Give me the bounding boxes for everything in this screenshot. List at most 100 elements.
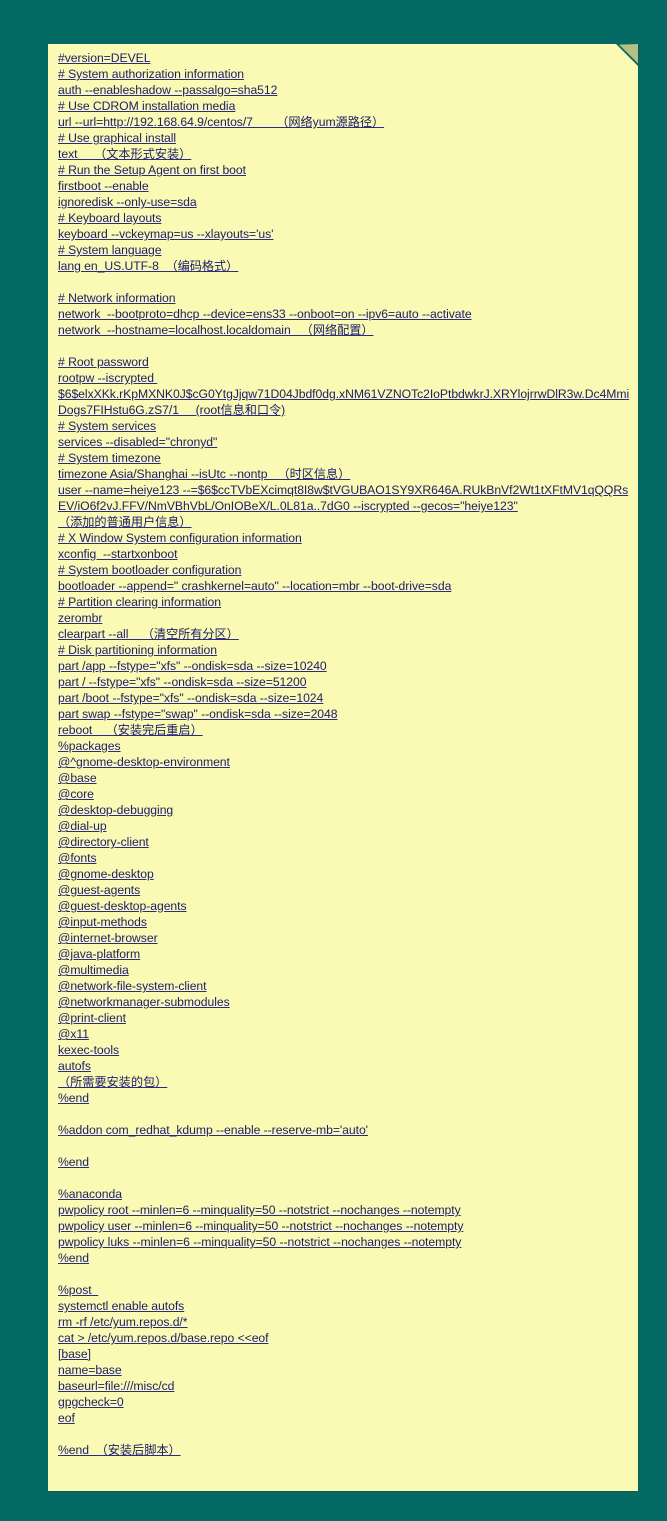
- config-line: rm -rf /etc/yum.repos.d/*: [58, 1314, 632, 1330]
- config-line-text: # Network information: [58, 291, 176, 305]
- config-line-text: bootloader --append=" crashkernel=auto" …: [58, 579, 452, 593]
- config-line-text: zerombr: [58, 611, 103, 625]
- config-line: autofs: [58, 1058, 632, 1074]
- config-line-text: @base: [58, 771, 97, 785]
- config-line: # System language: [58, 242, 632, 258]
- config-line: %end: [58, 1090, 632, 1106]
- config-line-text: @guest-agents: [58, 883, 141, 897]
- config-line-text: @gnome-desktop: [58, 867, 154, 881]
- config-line: # Keyboard layouts: [58, 210, 632, 226]
- config-line-text: # Disk partitioning information: [58, 643, 217, 657]
- config-line: # Root password: [58, 354, 632, 370]
- config-line: @internet-browser: [58, 930, 632, 946]
- config-line-text: # System services: [58, 419, 157, 433]
- config-line-text: %end: [58, 1251, 89, 1265]
- config-line-text: @multimedia: [58, 963, 129, 977]
- config-line: # System timezone: [58, 450, 632, 466]
- config-line-text: [58, 339, 61, 353]
- config-line-text: # X Window System configuration informat…: [58, 531, 302, 545]
- config-line: （添加的普通用户信息）: [58, 514, 632, 530]
- config-line-text: @fonts: [58, 851, 97, 865]
- config-line-text: firstboot --enable: [58, 179, 149, 193]
- config-line: %packages: [58, 738, 632, 754]
- config-line: timezone Asia/Shanghai --isUtc --nontp （…: [58, 466, 632, 482]
- config-line-text: %end （安装后脚本）: [58, 1443, 181, 1457]
- config-line-text: xconfig --startxonboot: [58, 547, 178, 561]
- config-line-text: name=base: [58, 1363, 122, 1377]
- config-line: %end: [58, 1154, 632, 1170]
- config-line-text: part /boot --fstype="xfs" --ondisk=sda -…: [58, 691, 324, 705]
- config-line-text: @input-methods: [58, 915, 147, 929]
- config-line-text: # System authorization information: [58, 67, 244, 81]
- config-line-text: auth --enableshadow --passalgo=sha512: [58, 83, 278, 97]
- config-line: #version=DEVEL: [58, 50, 632, 66]
- config-line: # Run the Setup Agent on first boot: [58, 162, 632, 178]
- config-line: baseurl=file:///misc/cd: [58, 1378, 632, 1394]
- config-line: network --bootproto=dhcp --device=ens33 …: [58, 306, 632, 322]
- config-line: [58, 338, 632, 354]
- config-line-text: %packages: [58, 739, 121, 753]
- config-line-text: @network-file-system-client: [58, 979, 207, 993]
- config-line: cat > /etc/yum.repos.d/base.repo <<eof: [58, 1330, 632, 1346]
- config-line: ignoredisk --only-use=sda: [58, 194, 632, 210]
- config-line-text: @^gnome-desktop-environment: [58, 755, 230, 769]
- config-line: services --disabled="chronyd": [58, 434, 632, 450]
- config-line: part / --fstype="xfs" --ondisk=sda --siz…: [58, 674, 632, 690]
- config-line-text: @directory-client: [58, 835, 149, 849]
- config-line-text: [58, 275, 61, 289]
- config-line-text: part swap --fstype="swap" --ondisk=sda -…: [58, 707, 338, 721]
- config-line: # Use CDROM installation media: [58, 98, 632, 114]
- config-line: @core: [58, 786, 632, 802]
- config-line: （所需要安装的包）: [58, 1074, 632, 1090]
- config-line: @directory-client: [58, 834, 632, 850]
- config-line-text: （所需要安装的包）: [58, 1075, 168, 1089]
- config-line: bootloader --append=" crashkernel=auto" …: [58, 578, 632, 594]
- config-line-text: %end: [58, 1091, 89, 1105]
- config-line: reboot （安装完后重启）: [58, 722, 632, 738]
- config-line: @java-platform: [58, 946, 632, 962]
- config-line-text: %end: [58, 1155, 89, 1169]
- config-line-text: keyboard --vckeymap=us --xlayouts='us': [58, 227, 274, 241]
- config-line-text: #version=DEVEL: [58, 51, 151, 65]
- config-line: xconfig --startxonboot: [58, 546, 632, 562]
- config-line-text: # System language: [58, 243, 162, 257]
- config-line: pwpolicy luks --minlen=6 --minquality=50…: [58, 1234, 632, 1250]
- config-line-text: [58, 1427, 61, 1441]
- config-line-text: services --disabled="chronyd": [58, 435, 218, 449]
- config-line-text: %anaconda: [58, 1187, 122, 1201]
- config-line-text: rootpw --iscrypted: [58, 371, 158, 385]
- config-line-text: user --name=heiye123 --=$6$ccTVbEXcimqt8…: [58, 483, 629, 513]
- config-line-text: baseurl=file:///misc/cd: [58, 1379, 175, 1393]
- config-line-text: [58, 1171, 61, 1185]
- config-line: text （文本形式安装）: [58, 146, 632, 162]
- config-line-text: @dial-up: [58, 819, 107, 833]
- config-line: pwpolicy root --minlen=6 --minquality=50…: [58, 1202, 632, 1218]
- config-line: [58, 1426, 632, 1442]
- config-line-text: text （文本形式安装）: [58, 147, 192, 161]
- config-line-text: @java-platform: [58, 947, 141, 961]
- config-line: @multimedia: [58, 962, 632, 978]
- config-line-text: @desktop-debugging: [58, 803, 174, 817]
- config-line-text: eof: [58, 1411, 75, 1425]
- config-line-text: （添加的普通用户信息）: [58, 515, 192, 529]
- config-line-text: lang en_US.UTF-8 （编码格式）: [58, 259, 239, 273]
- config-line: gpgcheck=0: [58, 1394, 632, 1410]
- config-line-text: @internet-browser: [58, 931, 158, 945]
- config-line: $6$elxXKk.rKpMXNK0J$cG0YtgJjqw71D04Jbdf0…: [58, 386, 632, 418]
- config-line-text: %post: [58, 1283, 99, 1297]
- note-page: #version=DEVEL # System authorization inf…: [48, 44, 638, 1491]
- config-line: @desktop-debugging: [58, 802, 632, 818]
- config-line-text: # Keyboard layouts: [58, 211, 162, 225]
- config-line: %end （安装后脚本）: [58, 1442, 632, 1458]
- config-line: [58, 1138, 632, 1154]
- config-line: clearpart --all （清空所有分区）: [58, 626, 632, 642]
- config-line: part /app --fstype="xfs" --ondisk=sda --…: [58, 658, 632, 674]
- config-line: # Use graphical install: [58, 130, 632, 146]
- config-line: @dial-up: [58, 818, 632, 834]
- config-line: part swap --fstype="swap" --ondisk=sda -…: [58, 706, 632, 722]
- config-line: %anaconda: [58, 1186, 632, 1202]
- config-line-text: @guest-desktop-agents: [58, 899, 187, 913]
- config-line-text: network --hostname=localhost.localdomain…: [58, 323, 374, 337]
- config-line-text: cat > /etc/yum.repos.d/base.repo <<eof: [58, 1331, 269, 1345]
- config-line: %post: [58, 1282, 632, 1298]
